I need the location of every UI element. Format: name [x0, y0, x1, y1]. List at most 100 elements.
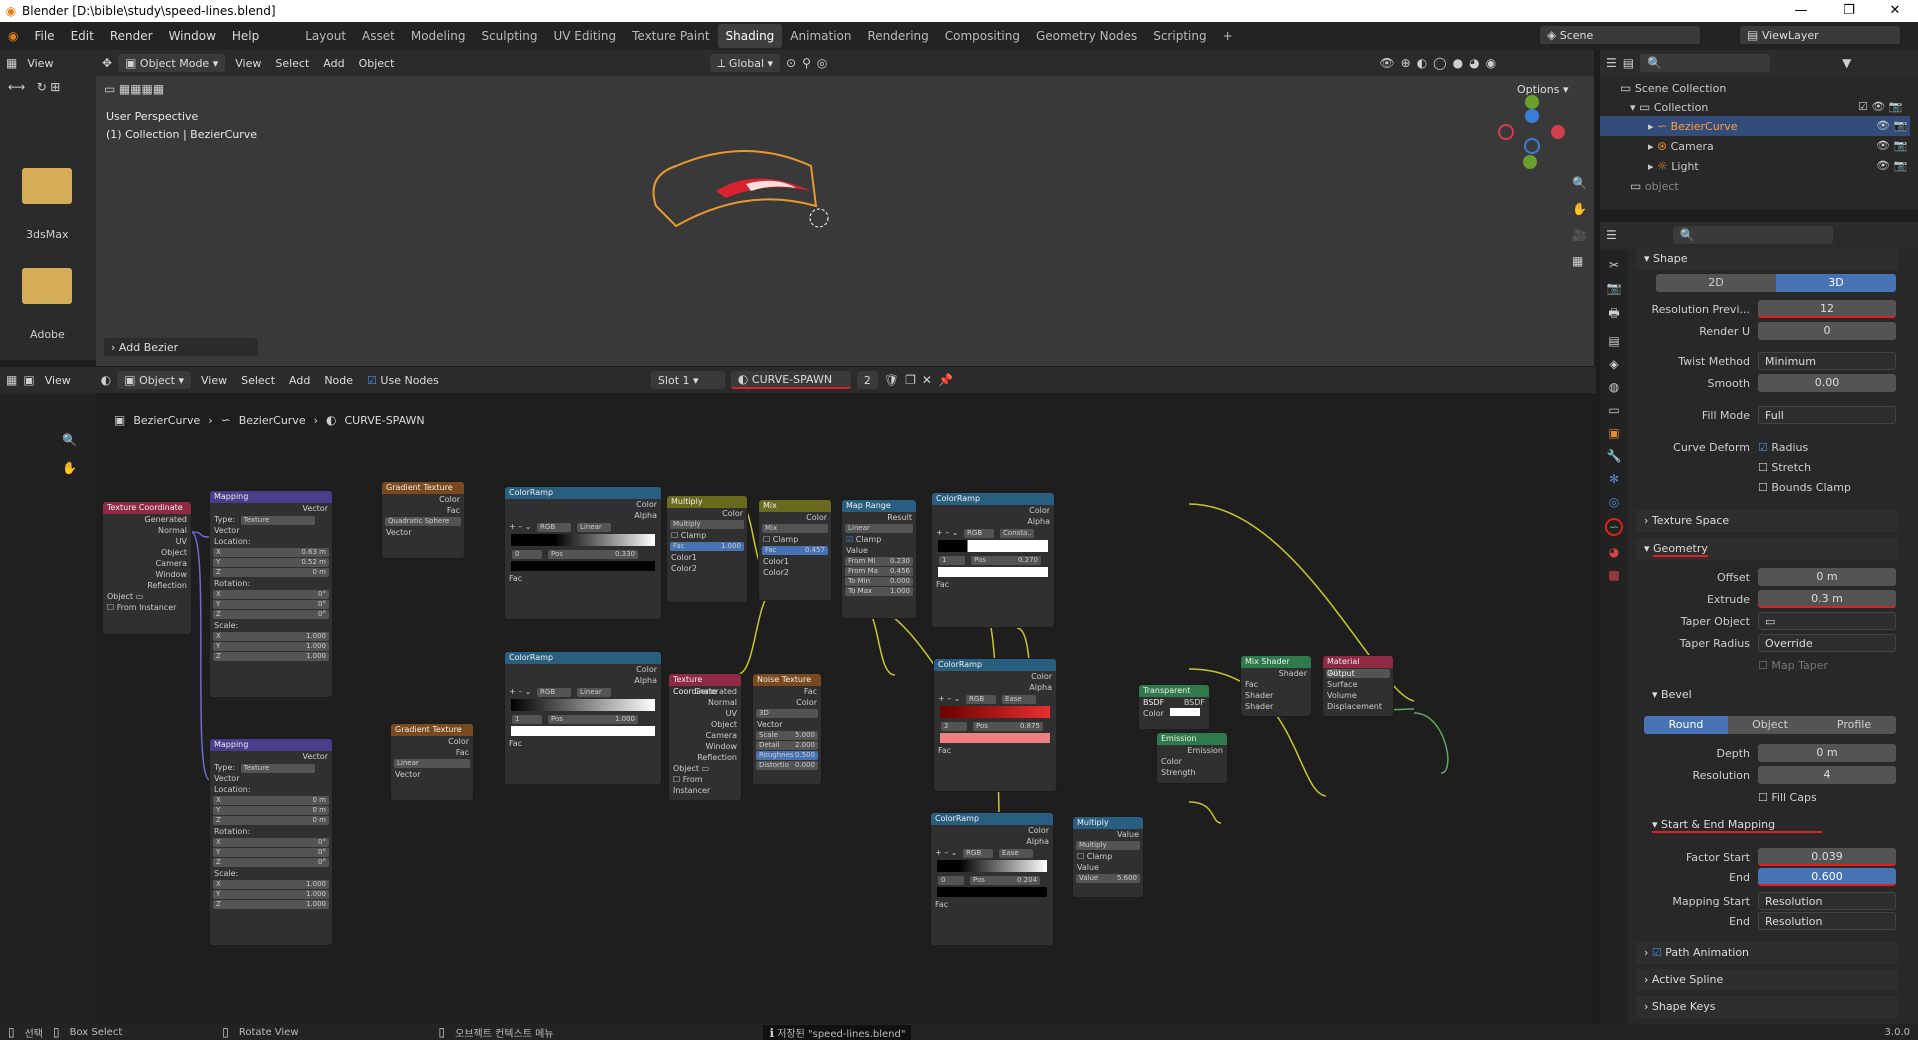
navigation-gizmo[interactable]: [1492, 92, 1572, 172]
rotation-z[interactable]: Z 0°: [213, 858, 329, 867]
copy-icon[interactable]: ❐: [905, 373, 916, 387]
roughness-field[interactable]: Roughnes 0.500: [756, 751, 818, 760]
node-transparent-bsdf[interactable]: Transparent BSDF BSDF Color: [1138, 684, 1210, 730]
socket-window[interactable]: Window: [103, 569, 191, 580]
menu-select[interactable]: Select: [237, 374, 279, 387]
socket-bsdf[interactable]: BSDF: [1139, 697, 1209, 708]
location-x[interactable]: X 0.63 m: [213, 548, 329, 557]
to-min-field[interactable]: To Min 0.000: [845, 577, 913, 586]
maximize-icon[interactable]: ❐: [1826, 0, 1872, 22]
menu-view[interactable]: View: [197, 374, 231, 387]
node-title[interactable]: Mix: [759, 500, 831, 512]
mapping-type-dropdown[interactable]: Texture: [240, 516, 315, 525]
3d-button[interactable]: 3D: [1776, 274, 1896, 292]
ramp-stop-index[interactable]: 0: [938, 876, 964, 885]
smooth-value[interactable]: 0.00: [1758, 374, 1896, 392]
socket-volume[interactable]: Volume: [1323, 690, 1393, 701]
menu-object[interactable]: Object: [355, 57, 399, 70]
ramp-mode[interactable]: RGB: [966, 695, 997, 704]
node-colorramp[interactable]: ColorRamp Color Alpha + – ⌄ RGB Consta.. …: [931, 492, 1055, 628]
socket-color[interactable]: Color: [753, 697, 821, 708]
shading-wire-icon[interactable]: ◯: [1433, 56, 1446, 70]
viewport-3d[interactable]: ▭ ▦▦▦▦ Options ▾ User Perspective (1) Co…: [96, 76, 1594, 366]
section-texture-space[interactable]: › Texture Space: [1636, 510, 1898, 532]
menu-window[interactable]: Window: [161, 29, 224, 43]
socket-shader-out[interactable]: Shader: [1241, 668, 1311, 679]
section-shape-keys[interactable]: › Shape Keys: [1636, 996, 1898, 1018]
radius-checkbox[interactable]: ☑ Radius: [1758, 441, 1896, 454]
node-math-multiply[interactable]: Multiply Value Multiply ☐ Clamp Value Va…: [1072, 816, 1144, 898]
location-x[interactable]: X0 m: [213, 796, 329, 805]
socket-normal[interactable]: Normal: [103, 525, 191, 536]
outliner-object[interactable]: ▭ object: [1600, 176, 1910, 196]
menu-add[interactable]: Add: [319, 57, 348, 70]
from-instancer-checkbox[interactable]: ☐ From Instancer: [669, 774, 741, 795]
node-title[interactable]: Multiply: [1073, 817, 1143, 829]
object-field[interactable]: Object ▭: [669, 763, 741, 774]
socket-window[interactable]: Window: [669, 741, 741, 752]
socket-alpha[interactable]: Alpha: [505, 675, 661, 686]
node-mapping[interactable]: Mapping Vector Type: Texture Vector Loca…: [209, 490, 333, 698]
tab-layout[interactable]: Layout: [297, 24, 354, 48]
use-nodes-checkbox[interactable]: ☑ Use Nodes: [363, 374, 443, 387]
properties-search[interactable]: 🔍: [1672, 226, 1833, 244]
mapping-start-dropdown[interactable]: Resolution: [1758, 892, 1896, 910]
rotation-x[interactable]: X 0°: [213, 590, 329, 599]
mapping-end-field[interactable]: End Resolution: [1648, 912, 1896, 930]
view-layer-icon[interactable]: ▤: [1608, 334, 1619, 348]
outliner-scene-collection[interactable]: ▭ Scene Collection: [1600, 78, 1910, 98]
node-colorramp[interactable]: ColorRamp Color Alpha + – ⌄ RGB Linear 1P…: [504, 651, 662, 785]
menu-edit[interactable]: Edit: [63, 29, 102, 43]
snap-icon[interactable]: ⚲: [802, 56, 811, 70]
socket-reflection[interactable]: Reflection: [669, 752, 741, 763]
bevel-resolution-value[interactable]: 4: [1758, 766, 1896, 784]
node-title[interactable]: Multiply: [667, 496, 747, 508]
shader-type-icon[interactable]: ◐: [101, 373, 111, 387]
node-multiply[interactable]: Multiply Color Multiply ☐ Clamp Fac 1.000…: [666, 495, 748, 603]
factor-end-value[interactable]: 0.600: [1758, 868, 1896, 886]
tab-sculpting[interactable]: Sculpting: [473, 24, 545, 48]
ramp-interpolation[interactable]: Ease: [999, 849, 1034, 858]
render-u-field[interactable]: Render U 0: [1648, 322, 1896, 340]
outliner-search[interactable]: 🔍: [1640, 54, 1771, 72]
shading-solid-icon[interactable]: ●: [1453, 56, 1463, 70]
socket-color1[interactable]: Color1: [759, 556, 831, 567]
location-y[interactable]: Y 0.52 m: [213, 558, 329, 567]
socket-object[interactable]: Object: [103, 547, 191, 558]
node-title[interactable]: Gradient Texture: [391, 724, 473, 736]
add-workspace-icon[interactable]: +: [1215, 24, 1241, 48]
editor-type-icon[interactable]: ▦: [6, 56, 17, 70]
dimension-dropdown[interactable]: 3D: [756, 709, 818, 718]
section-start-end-mapping[interactable]: ▾ Start & End Mapping: [1652, 818, 1822, 833]
select-modes-icon[interactable]: ▦▦▦▦: [119, 82, 164, 96]
render-u-value[interactable]: 0: [1758, 322, 1896, 340]
resolution-preview-value[interactable]: 12: [1758, 300, 1896, 318]
socket-camera[interactable]: Camera: [103, 558, 191, 569]
ramp-controls[interactable]: + – ⌄ RGB Ease: [934, 693, 1056, 704]
stop-color[interactable]: [940, 733, 1050, 743]
factor-start-field[interactable]: Factor Start 0.039: [1648, 848, 1896, 866]
extrude-field[interactable]: Extrude 0.3 m: [1648, 590, 1896, 608]
pivot-icon[interactable]: ⊙: [786, 56, 796, 70]
socket-fac[interactable]: Fac: [931, 899, 1053, 910]
ramp-mode[interactable]: RGB: [964, 529, 995, 538]
menu-help[interactable]: Help: [224, 29, 267, 43]
node-mix[interactable]: Mix Color Mix ☐ Clamp Fac 0.457 Color1 Co…: [758, 499, 832, 601]
location-z[interactable]: Z0 m: [213, 816, 329, 825]
detail-field[interactable]: Detail 2.000: [756, 741, 818, 750]
socket-vector-in[interactable]: Vector: [382, 527, 464, 538]
physics-icon[interactable]: ◎: [1609, 495, 1619, 509]
node-mix-shader[interactable]: Mix Shader Shader Fac Shader Shader: [1240, 655, 1312, 717]
socket-color[interactable]: Color: [667, 508, 747, 519]
socket-fac[interactable]: Fac: [505, 573, 661, 584]
proportional-icon[interactable]: ◎: [817, 56, 827, 70]
ramp-stop-index[interactable]: 1: [939, 556, 965, 565]
fill-mode-field[interactable]: Fill Mode Full: [1648, 406, 1896, 424]
bevel-resolution-field[interactable]: Resolution 4: [1648, 766, 1896, 784]
socket-color[interactable]: Color: [1157, 756, 1227, 767]
socket-color[interactable]: Color: [931, 825, 1053, 836]
factor-start-value[interactable]: 0.039: [1758, 848, 1896, 866]
fill-caps-row[interactable]: ☐ Fill Caps: [1648, 788, 1896, 806]
stop-color[interactable]: [937, 887, 1047, 897]
node-gradient-texture[interactable]: Gradient Texture Color Fac Quadratic Sph…: [381, 481, 465, 559]
